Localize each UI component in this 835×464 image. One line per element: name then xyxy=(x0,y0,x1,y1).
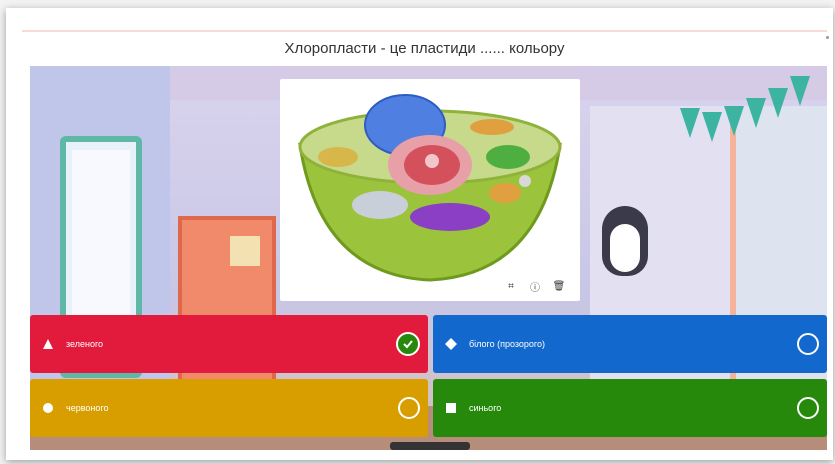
question-text: Хлоропласти - це пластиди ...... кольору xyxy=(284,39,565,57)
question-image-card: ⌗ ⓘ 🗑 xyxy=(280,79,580,301)
answer-option-4[interactable]: синього xyxy=(433,379,827,437)
image-toolbar: ⌗ ⓘ 🗑 xyxy=(504,279,566,294)
bunting-flag xyxy=(790,76,810,106)
bunting-flag xyxy=(680,108,700,138)
penguin-decoration xyxy=(602,206,648,276)
answer-label: синього xyxy=(469,403,502,413)
unchecked-circle-icon xyxy=(797,397,819,419)
unchecked-circle-icon xyxy=(398,397,420,419)
bunting-flag xyxy=(746,98,766,128)
bunting-flag xyxy=(702,112,722,142)
bunting-flag xyxy=(724,106,744,136)
bottom-handle xyxy=(390,442,470,450)
check-correct-icon xyxy=(396,332,420,356)
triangle-icon xyxy=(42,338,54,350)
square-icon xyxy=(445,402,457,414)
notice-board xyxy=(230,236,260,266)
plant-cell-illustration xyxy=(298,94,562,282)
question-bar: Хлоропласти - це пластиди ...... кольору xyxy=(22,32,827,64)
answer-label: білого (прозорого) xyxy=(469,339,546,349)
trash-icon[interactable]: 🗑 xyxy=(552,279,566,293)
answer-label: зеленого xyxy=(66,339,104,349)
circle-icon xyxy=(42,402,54,414)
side-dot xyxy=(826,36,829,39)
answer-label: червоного xyxy=(66,403,109,413)
unchecked-circle-icon xyxy=(797,333,819,355)
bunting-flag xyxy=(768,88,788,118)
answer-option-3[interactable]: червоного xyxy=(30,379,428,437)
answer-option-1[interactable]: зеленого xyxy=(30,315,428,373)
info-icon[interactable]: ⓘ xyxy=(528,279,542,294)
diamond-icon xyxy=(445,338,457,350)
answer-option-2[interactable]: білого (прозорого) xyxy=(433,315,827,373)
crop-icon[interactable]: ⌗ xyxy=(504,279,518,293)
